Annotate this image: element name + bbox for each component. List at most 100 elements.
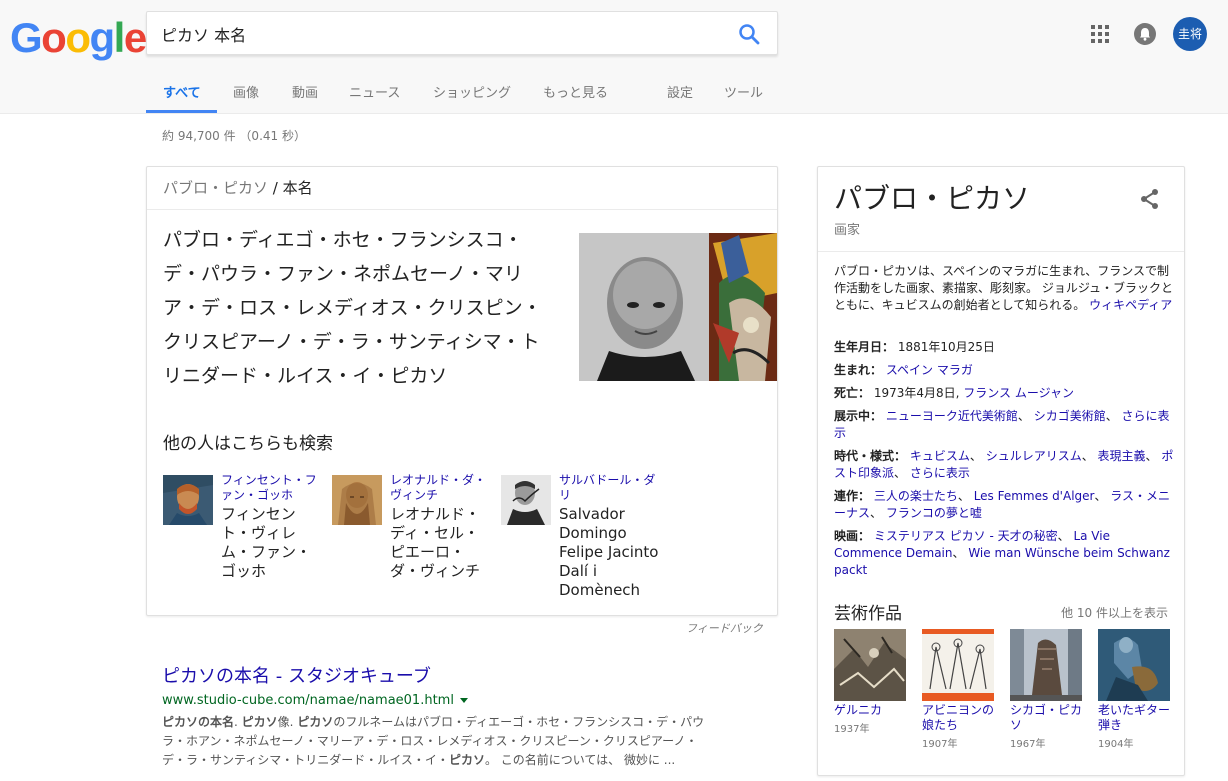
search-icon[interactable] <box>737 22 761 46</box>
account-avatar[interactable]: 圭将 <box>1173 17 1207 51</box>
search-box[interactable] <box>146 11 778 55</box>
artworks-more-link[interactable]: 他 10 件以上を表示 <box>1061 604 1168 621</box>
logo-letter: l <box>113 14 126 61</box>
apps-grid-icon[interactable] <box>1090 24 1110 44</box>
snippet-text: デ・ラ・サンティシマ・トリニダード・ルイス・イ・ <box>162 753 449 767</box>
snippet-line-2: ラ・ホアン・ネポムセーノ・マリーア・デ・ロス・レメディオス・クリスピーン・クリス… <box>162 734 698 748</box>
tab-all[interactable]: すべて <box>163 82 201 101</box>
active-tab-indicator <box>146 110 217 113</box>
fact-key: 展示中： <box>834 409 883 423</box>
tab-images[interactable]: 画像 <box>233 82 259 101</box>
share-icon[interactable] <box>1138 187 1162 211</box>
fact-link[interactable]: 三人の楽士たち <box>874 489 958 503</box>
artworks-title: 芸術作品 <box>834 604 902 624</box>
search-input[interactable] <box>161 22 721 46</box>
logo-letter: g <box>89 14 115 61</box>
person-link-van-gogh[interactable]: フィンセント・ファン・ゴッホ <box>221 473 321 503</box>
chicago-picasso-thumbnail[interactable] <box>1010 629 1082 701</box>
tab-tools[interactable]: ツール <box>724 82 763 101</box>
snippet-bold-term: ピカソ <box>448 753 485 767</box>
breadcrumb: パブロ・ピカソ / 本名 <box>147 167 777 210</box>
fact-key: 生年月日： <box>834 340 895 354</box>
fact-link[interactable]: スペイン マラガ <box>886 363 973 377</box>
snippet-text: . <box>234 715 242 729</box>
artwork-name[interactable]: ゲルニカ <box>834 703 908 718</box>
fact-died: 死亡： 1973年4月8日, フランス ムージャン <box>834 385 1174 402</box>
tab-more[interactable]: もっと見る <box>543 82 608 101</box>
tab-videos[interactable]: 動画 <box>292 82 318 101</box>
fact-link[interactable]: フランコの夢と嘘 <box>886 506 982 520</box>
fact-films: 映画： ミステリアス ピカソ - 天才の秘密、 La Vie Commence … <box>834 529 1170 577</box>
snippet-text: のフルネームはパブロ・ディエーゴ・ホセ・フランシスコ・デ・パウ <box>333 715 705 729</box>
snippet-bold-term: ピカソの本名 <box>162 715 235 729</box>
fact-key: 時代・様式： <box>834 449 907 463</box>
fact-key: 連作： <box>834 489 871 503</box>
artwork-old-guitarist[interactable]: 老いたギター弾き 1904年 <box>1098 629 1172 750</box>
logo-letter: e <box>123 14 147 61</box>
person-link-dali[interactable]: サルバドール・ダリ <box>559 473 659 503</box>
result-menu-caret-icon[interactable] <box>459 698 468 703</box>
picasso-photo[interactable] <box>579 233 777 381</box>
artwork-chicago-picasso[interactable]: シカゴ・ピカソ 1967年 <box>1010 629 1084 750</box>
knowledge-panel: パブロ・ピカソ 画家 パブロ・ピカソは、スペインのマラガに生まれ、フランスで制作… <box>817 166 1185 776</box>
tab-shopping[interactable]: ショッピング <box>433 82 511 101</box>
fact-era: 時代・様式： キュビスム、 シュルレアリスム、 表現主義、 ポスト印象派、 さら… <box>834 449 1174 480</box>
breadcrumb-separator: / <box>272 179 278 197</box>
artwork-demoiselles[interactable]: アビニヨンの娘たち 1907年 <box>922 629 996 750</box>
result-title-link[interactable]: ピカソの本名 - スタジオキューブ <box>162 662 431 688</box>
person-fullname-dali: Salvador Domingo Felipe Jacinto Dalí i D… <box>559 505 659 599</box>
result-url-text: www.studio-cube.com/namae/namae01.html <box>162 693 454 708</box>
kp-title: パブロ・ピカソ <box>834 182 1031 215</box>
google-logo[interactable]: Google <box>10 14 147 62</box>
kp-facts: 生年月日： 1881年10月25日 生まれ： スペイン マラガ 死亡： 1973… <box>834 339 1174 585</box>
person-link-da-vinci[interactable]: レオナルド・ダ・ヴィンチ <box>390 473 490 503</box>
result-snippet: ピカソの本名. ピカソ像. ピカソのフルネームはパブロ・ディエーゴ・ホセ・フラン… <box>162 713 752 770</box>
fact-link[interactable]: ニューヨーク近代美術館 <box>886 409 1018 423</box>
artwork-name[interactable]: アビニヨンの娘たち <box>922 703 996 733</box>
breadcrumb-current: 本名 <box>282 179 313 197</box>
feedback-link[interactable]: フィードバック <box>686 620 763 636</box>
fact-link[interactable]: シュルレアリスム <box>986 449 1082 463</box>
tab-news[interactable]: ニュース <box>349 82 400 101</box>
fact-link[interactable]: フランス ムージャン <box>963 386 1074 400</box>
result-stats: 約 94,700 件 （0.41 秒） <box>162 129 306 143</box>
artwork-year: 1967年 <box>1010 739 1046 750</box>
fact-key: 生まれ： <box>834 363 883 377</box>
snippet-bold-term: ピカソ <box>241 715 278 729</box>
artwork-name[interactable]: シカゴ・ピカソ <box>1010 703 1084 733</box>
breadcrumb-parent-link[interactable]: パブロ・ピカソ <box>163 179 268 197</box>
person-fullname-van-gogh: フィンセント・ヴィレム・ファン・ゴッホ <box>221 505 312 580</box>
wikipedia-link[interactable]: ウィキペディア <box>1089 298 1172 312</box>
fact-key: 映画： <box>834 529 871 543</box>
da-vinci-thumbnail[interactable] <box>332 475 382 525</box>
fact-link[interactable]: ミステリアス ピカソ - 天才の秘密 <box>874 529 1058 543</box>
tab-settings[interactable]: 設定 <box>667 82 693 101</box>
snippet-line-3: デ・ラ・サンティシマ・トリニダード・ルイス・イ・ピカソ。 この名前については、 … <box>162 751 752 770</box>
fact-more-link[interactable]: さらに表示 <box>910 466 970 480</box>
snippet-text: 像. <box>277 715 298 729</box>
snippet-line-1: ピカソの本名. ピカソ像. ピカソのフルネームはパブロ・ディエーゴ・ホセ・フラン… <box>162 713 752 732</box>
person-fullname-da-vinci: レオナルド・ディ・セル・ピエーロ・ダ・ヴィンチ <box>390 505 481 580</box>
notifications-bell-icon[interactable] <box>1134 23 1156 45</box>
result-url: www.studio-cube.com/namae/namae01.html <box>162 693 468 708</box>
fact-link[interactable]: キュビスム <box>910 449 970 463</box>
van-gogh-thumbnail[interactable] <box>163 475 213 525</box>
old-guitarist-thumbnail[interactable] <box>1098 629 1170 701</box>
artwork-guernica[interactable]: ゲルニカ 1937年 <box>834 629 908 735</box>
logo-letter: G <box>10 14 43 61</box>
logo-letter: o <box>65 14 91 61</box>
artwork-year: 1904年 <box>1098 739 1134 750</box>
fact-link[interactable]: シカゴ美術館 <box>1034 409 1106 423</box>
answer-card: パブロ・ピカソ / 本名 パブロ・ディエゴ・ホセ・フランシスコ・デ・パウラ・ファ… <box>146 166 778 616</box>
demoiselles-thumbnail[interactable] <box>922 629 994 701</box>
snippet-bold-term: ピカソ <box>297 715 334 729</box>
fact-link[interactable]: Les Femmes d'Alger <box>974 489 1095 503</box>
artwork-name[interactable]: 老いたギター弾き <box>1098 703 1172 733</box>
dali-thumbnail[interactable] <box>501 475 551 525</box>
guernica-thumbnail[interactable] <box>834 629 906 701</box>
logo-letter: o <box>41 14 67 61</box>
answer-text: パブロ・ディエゴ・ホセ・フランシスコ・デ・パウラ・ファン・ネポムセーノ・マリア・… <box>163 229 542 387</box>
fact-series: 連作： 三人の楽士たち、 Les Femmes d'Alger、 ラス・メニーナ… <box>834 489 1171 520</box>
fact-link[interactable]: 表現主義 <box>1098 449 1146 463</box>
header: Google すべて 画像 動画 ニュース ショッピング もっと見る 設定 ツー… <box>0 0 1228 114</box>
